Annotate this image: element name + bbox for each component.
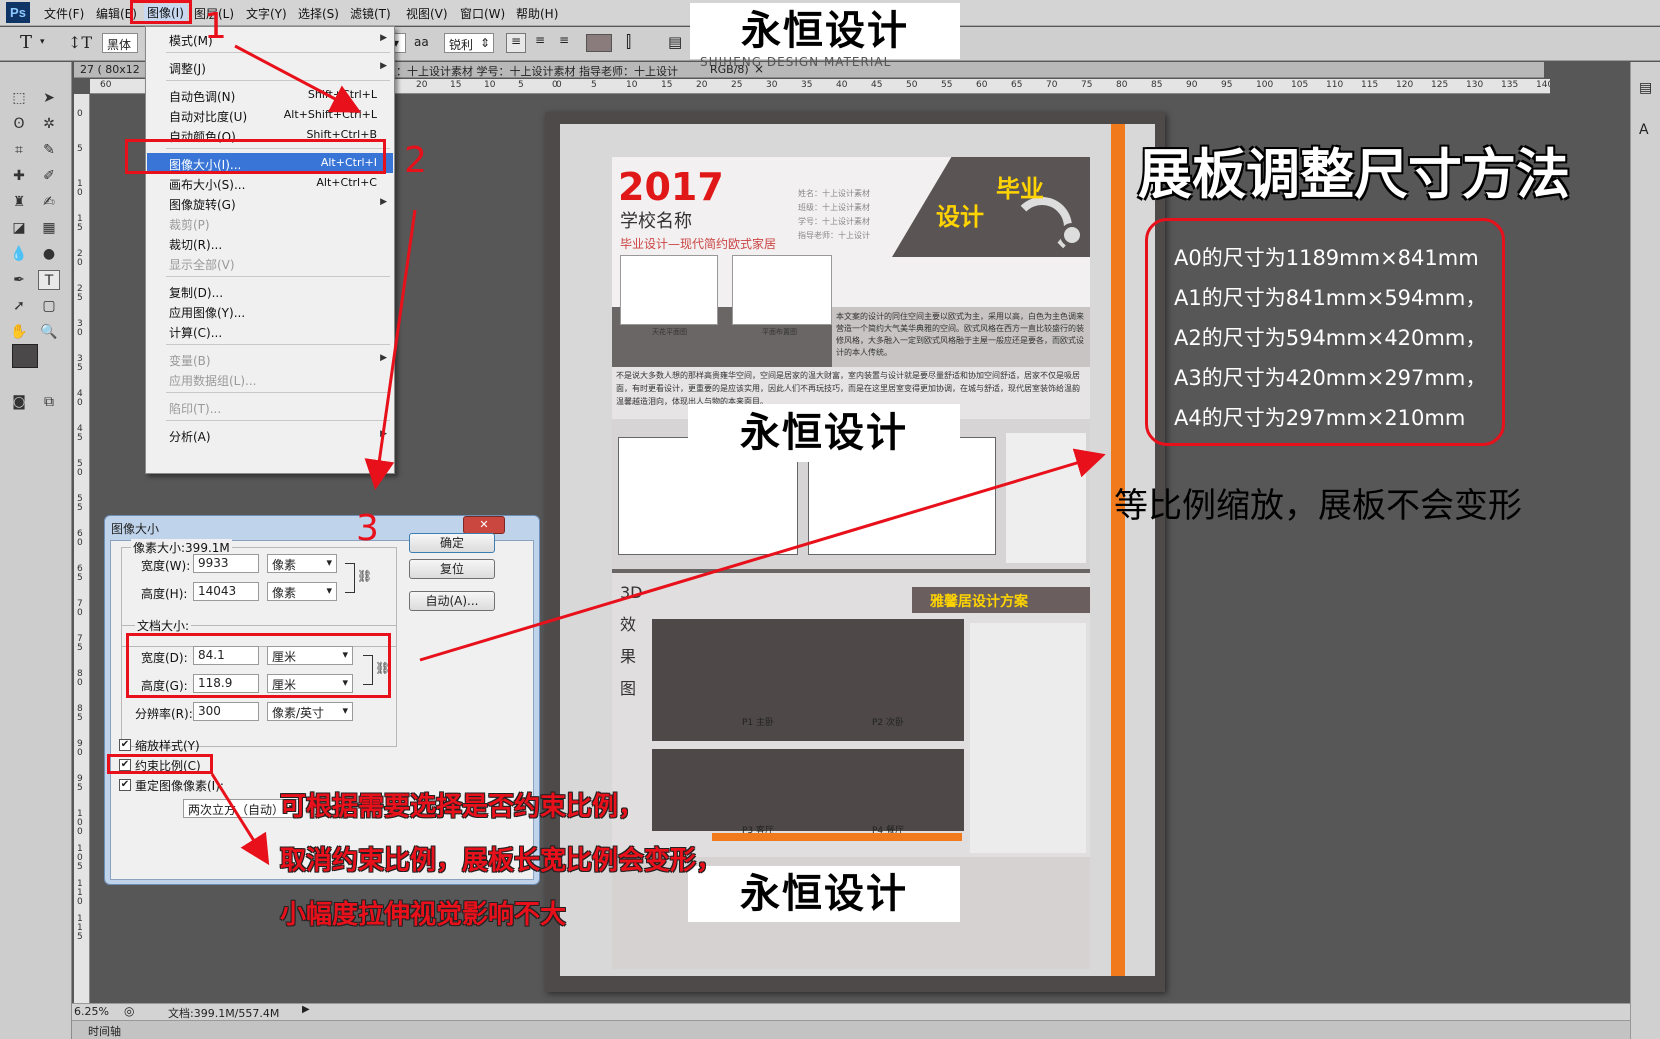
size-a3: A3的尺寸为420mm×297mm， [1174,366,1487,390]
tip-line-1: 可根据需要选择是否约束比例， [280,792,645,822]
arrow-to-tips [210,773,270,866]
size-a2: A2的尺寸为594mm×420mm， [1174,326,1487,350]
arrow-to-note [419,448,1106,662]
size-a0: A0的尺寸为1189mm×841mm [1174,246,1479,270]
size-a4: A4的尺寸为297mm×210mm [1174,406,1466,430]
scale-note: 等比例缩放，展板不会变形 [1114,486,1522,526]
size-a1: A1的尺寸为841mm×594mm， [1174,286,1487,310]
size-list: A0的尺寸为1189mm×841mm A1的尺寸为841mm×594mm， A2… [1174,238,1486,438]
tip-line-3: 小幅度拉伸视觉影响不大 [280,900,567,930]
arrow-step-2 [364,209,417,490]
tip-line-2: 取消约束比例，展板长宽比例会变形， [280,846,723,876]
arrow-step-1 [234,44,362,113]
headline: 展板调整尺寸方法 [1138,143,1570,206]
